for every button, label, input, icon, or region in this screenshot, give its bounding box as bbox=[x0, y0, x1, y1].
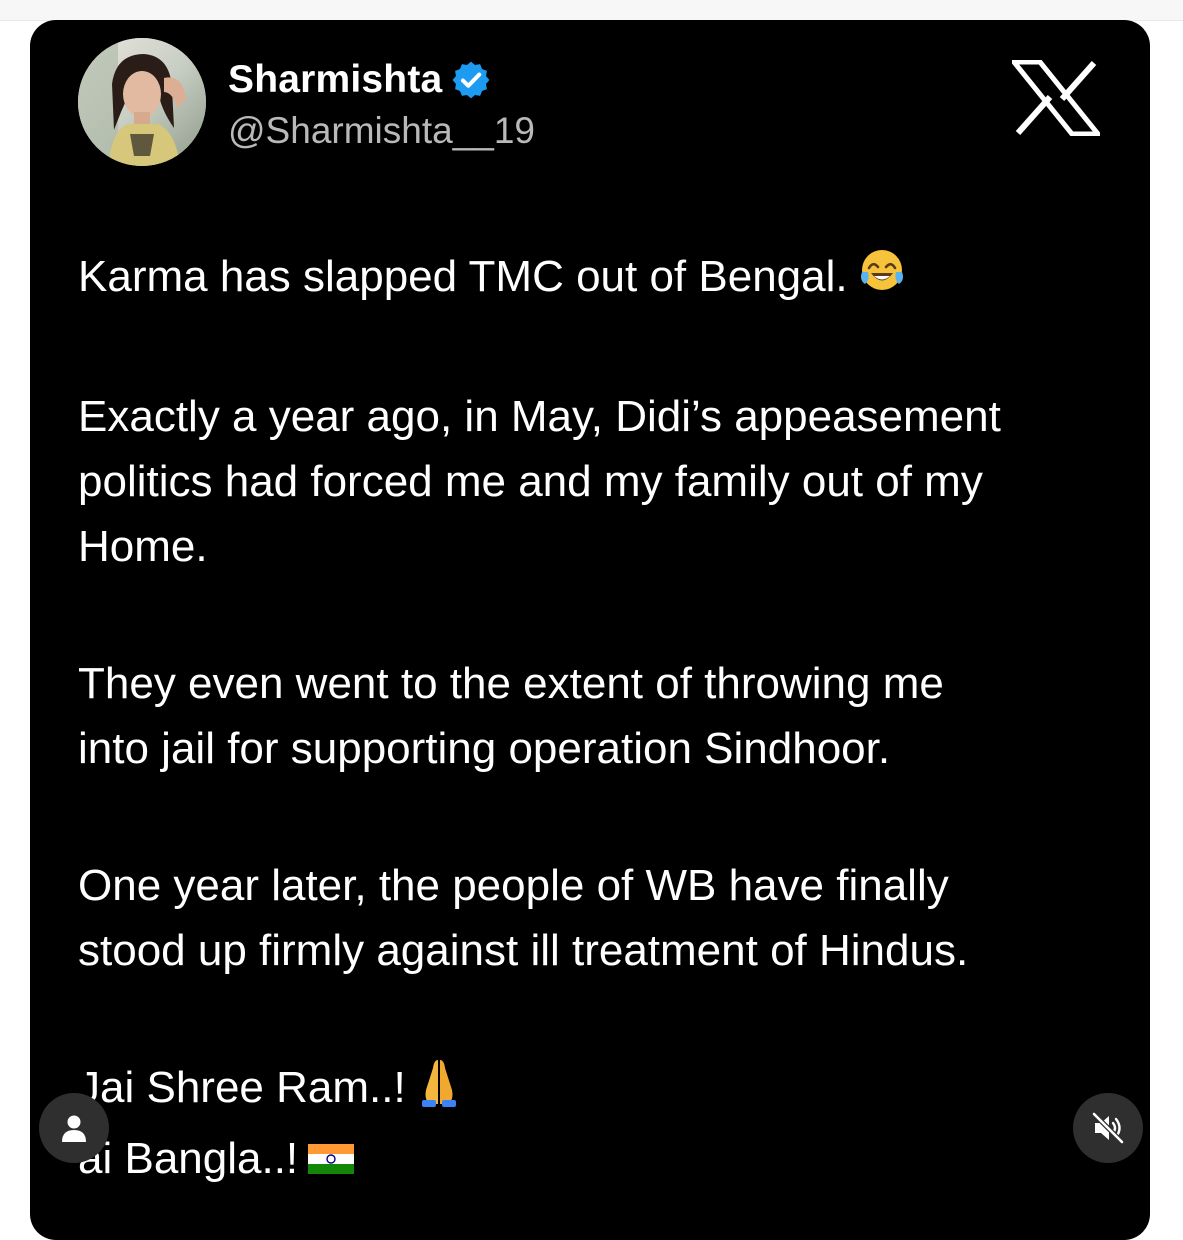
post-line-text: ai Bangla..! bbox=[78, 1133, 299, 1183]
person-icon bbox=[62, 1115, 86, 1142]
post-line: politics had forced me and my family out… bbox=[78, 457, 983, 507]
author-display-name[interactable]: Sharmishta bbox=[228, 58, 442, 102]
author-name-row: Sharmishta bbox=[228, 58, 492, 102]
post-line: One year later, the people of WB have fi… bbox=[78, 861, 949, 911]
muted-speaker-icon bbox=[1091, 1111, 1125, 1145]
post-paragraph: Karma has slapped TMC out of Bengal. bbox=[78, 244, 1118, 312]
post-paragraph: ai Bangla..! bbox=[78, 1126, 1118, 1194]
post-line: Jai Shree Ram..! bbox=[78, 1055, 1118, 1125]
india-flag-icon bbox=[308, 1129, 355, 1194]
x-logo-icon bbox=[1008, 59, 1104, 137]
post-line: They even went to the extent of throwing… bbox=[78, 659, 944, 709]
post-line: Karma has slapped TMC out of Bengal. bbox=[78, 244, 1118, 312]
post-line: ai Bangla..! bbox=[78, 1126, 1118, 1194]
post-paragraph: One year later, the people of WB have fi… bbox=[78, 853, 1118, 983]
profile-avatar[interactable] bbox=[78, 38, 206, 166]
post-card: Sharmishta @Sharmishta__19 Karma has sla… bbox=[30, 20, 1150, 1240]
post-text: Karma has slapped TMC out of Bengal. Exa… bbox=[78, 244, 1118, 1194]
post-paragraph: Jai Shree Ram..! bbox=[78, 1055, 1118, 1125]
post-line: Exactly a year ago, in May, Didi’s appea… bbox=[78, 392, 1001, 442]
post-line-text: Karma has slapped TMC out of Bengal. bbox=[78, 252, 848, 301]
post-line-text: Jai Shree Ram..! bbox=[78, 1063, 406, 1113]
post-paragraph: They even went to the extent of throwing… bbox=[78, 651, 1118, 781]
folded-hands-icon bbox=[416, 1056, 462, 1126]
mute-toggle-button[interactable] bbox=[1073, 1093, 1143, 1163]
verified-badge-icon bbox=[450, 59, 492, 101]
avatar-photo bbox=[78, 38, 206, 166]
post-line: into jail for supporting operation Sindh… bbox=[78, 724, 891, 774]
user-button[interactable] bbox=[39, 1093, 109, 1163]
author-handle[interactable]: @Sharmishta__19 bbox=[228, 110, 535, 152]
post-paragraph: Exactly a year ago, in May, Didi’s appea… bbox=[78, 384, 1118, 579]
post-line: Home. bbox=[78, 522, 208, 572]
face-with-tears-of-joy-icon bbox=[858, 246, 906, 312]
post-line: stood up firmly against ill treatment of… bbox=[78, 926, 969, 976]
top-edge-strip bbox=[0, 0, 1183, 21]
